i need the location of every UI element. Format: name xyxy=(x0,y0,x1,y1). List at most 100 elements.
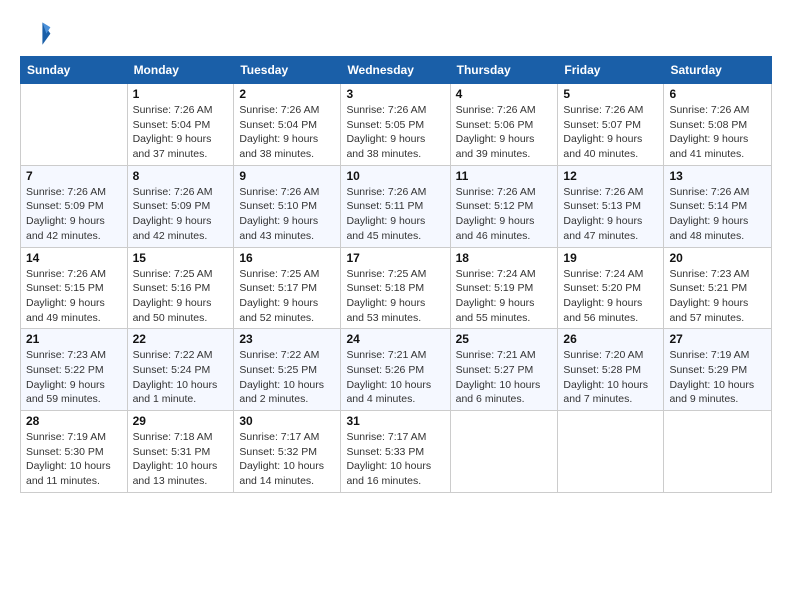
day-info: Sunrise: 7:26 AMSunset: 5:15 PMDaylight:… xyxy=(26,267,122,326)
day-info: Sunrise: 7:17 AMSunset: 5:32 PMDaylight:… xyxy=(239,430,335,489)
calendar-cell: 6 Sunrise: 7:26 AMSunset: 5:08 PMDaylight… xyxy=(664,84,772,166)
day-info: Sunrise: 7:26 AMSunset: 5:11 PMDaylight:… xyxy=(346,185,444,244)
calendar-cell: 24 Sunrise: 7:21 AMSunset: 5:26 PMDayligh… xyxy=(341,329,450,411)
calendar-cell: 29 Sunrise: 7:18 AMSunset: 5:31 PMDayligh… xyxy=(127,411,234,493)
day-info: Sunrise: 7:18 AMSunset: 5:31 PMDaylight:… xyxy=(133,430,229,489)
day-number: 11 xyxy=(456,169,553,183)
day-info: Sunrise: 7:26 AMSunset: 5:04 PMDaylight:… xyxy=(239,103,335,162)
calendar-cell: 26 Sunrise: 7:20 AMSunset: 5:28 PMDayligh… xyxy=(558,329,664,411)
day-number: 6 xyxy=(669,87,766,101)
day-info: Sunrise: 7:21 AMSunset: 5:26 PMDaylight:… xyxy=(346,348,444,407)
day-info: Sunrise: 7:26 AMSunset: 5:12 PMDaylight:… xyxy=(456,185,553,244)
calendar-cell: 11 Sunrise: 7:26 AMSunset: 5:12 PMDayligh… xyxy=(450,165,558,247)
day-number: 15 xyxy=(133,251,229,265)
day-number: 24 xyxy=(346,332,444,346)
calendar-cell xyxy=(450,411,558,493)
day-number: 22 xyxy=(133,332,229,346)
day-info: Sunrise: 7:23 AMSunset: 5:22 PMDaylight:… xyxy=(26,348,122,407)
logo-icon xyxy=(20,16,52,48)
calendar-cell xyxy=(664,411,772,493)
day-number: 21 xyxy=(26,332,122,346)
day-number: 25 xyxy=(456,332,553,346)
calendar-cell: 27Sunrise: 7:19 AMSunset: 5:29 PMDayligh… xyxy=(664,329,772,411)
calendar-week-row: 7 Sunrise: 7:26 AMSunset: 5:09 PMDaylight… xyxy=(21,165,772,247)
calendar-cell: 14 Sunrise: 7:26 AMSunset: 5:15 PMDayligh… xyxy=(21,247,128,329)
calendar-week-row: 28 Sunrise: 7:19 AMSunset: 5:30 PMDayligh… xyxy=(21,411,772,493)
calendar-cell: 4Sunrise: 7:26 AMSunset: 5:06 PMDaylight… xyxy=(450,84,558,166)
calendar-week-row: 14 Sunrise: 7:26 AMSunset: 5:15 PMDayligh… xyxy=(21,247,772,329)
calendar-header-friday: Friday xyxy=(558,57,664,84)
day-info: Sunrise: 7:20 AMSunset: 5:28 PMDaylight:… xyxy=(563,348,658,407)
calendar-cell: 23 Sunrise: 7:22 AMSunset: 5:25 PMDayligh… xyxy=(234,329,341,411)
day-info: Sunrise: 7:17 AMSunset: 5:33 PMDaylight:… xyxy=(346,430,444,489)
day-number: 7 xyxy=(26,169,122,183)
calendar-cell: 25 Sunrise: 7:21 AMSunset: 5:27 PMDayligh… xyxy=(450,329,558,411)
calendar-cell: 22 Sunrise: 7:22 AMSunset: 5:24 PMDayligh… xyxy=(127,329,234,411)
header xyxy=(20,16,772,48)
calendar-header-row: SundayMondayTuesdayWednesdayThursdayFrid… xyxy=(21,57,772,84)
calendar-cell: 16 Sunrise: 7:25 AMSunset: 5:17 PMDayligh… xyxy=(234,247,341,329)
logo xyxy=(20,16,56,48)
day-info: Sunrise: 7:19 AMSunset: 5:30 PMDaylight:… xyxy=(26,430,122,489)
day-info: Sunrise: 7:19 AMSunset: 5:29 PMDaylight:… xyxy=(669,348,766,407)
calendar-cell xyxy=(558,411,664,493)
day-number: 28 xyxy=(26,414,122,428)
day-number: 31 xyxy=(346,414,444,428)
day-number: 5 xyxy=(563,87,658,101)
day-info: Sunrise: 7:25 AMSunset: 5:16 PMDaylight:… xyxy=(133,267,229,326)
calendar-cell: 17 Sunrise: 7:25 AMSunset: 5:18 PMDayligh… xyxy=(341,247,450,329)
page: SundayMondayTuesdayWednesdayThursdayFrid… xyxy=(0,0,792,612)
day-number: 19 xyxy=(563,251,658,265)
day-number: 26 xyxy=(563,332,658,346)
day-number: 12 xyxy=(563,169,658,183)
calendar-cell: 12 Sunrise: 7:26 AMSunset: 5:13 PMDayligh… xyxy=(558,165,664,247)
day-info: Sunrise: 7:22 AMSunset: 5:25 PMDaylight:… xyxy=(239,348,335,407)
day-info: Sunrise: 7:25 AMSunset: 5:18 PMDaylight:… xyxy=(346,267,444,326)
day-number: 1 xyxy=(133,87,229,101)
day-number: 29 xyxy=(133,414,229,428)
calendar-cell: 28 Sunrise: 7:19 AMSunset: 5:30 PMDayligh… xyxy=(21,411,128,493)
calendar-cell: 30 Sunrise: 7:17 AMSunset: 5:32 PMDayligh… xyxy=(234,411,341,493)
day-number: 9 xyxy=(239,169,335,183)
calendar-cell: 20 Sunrise: 7:23 AMSunset: 5:21 PMDayligh… xyxy=(664,247,772,329)
day-info: Sunrise: 7:22 AMSunset: 5:24 PMDaylight:… xyxy=(133,348,229,407)
calendar-cell: 7 Sunrise: 7:26 AMSunset: 5:09 PMDaylight… xyxy=(21,165,128,247)
day-number: 2 xyxy=(239,87,335,101)
day-number: 13 xyxy=(669,169,766,183)
calendar-cell: 10 Sunrise: 7:26 AMSunset: 5:11 PMDayligh… xyxy=(341,165,450,247)
day-number: 3 xyxy=(346,87,444,101)
calendar-cell: 5 Sunrise: 7:26 AMSunset: 5:07 PMDaylight… xyxy=(558,84,664,166)
calendar-cell: 8 Sunrise: 7:26 AMSunset: 5:09 PMDaylight… xyxy=(127,165,234,247)
day-info: Sunrise: 7:26 AMSunset: 5:07 PMDaylight:… xyxy=(563,103,658,162)
calendar-cell: 21 Sunrise: 7:23 AMSunset: 5:22 PMDayligh… xyxy=(21,329,128,411)
day-number: 17 xyxy=(346,251,444,265)
calendar-week-row: 1 Sunrise: 7:26 AMSunset: 5:04 PMDaylight… xyxy=(21,84,772,166)
day-info: Sunrise: 7:24 AMSunset: 5:19 PMDaylight:… xyxy=(456,267,553,326)
calendar-cell: 31 Sunrise: 7:17 AMSunset: 5:33 PMDayligh… xyxy=(341,411,450,493)
day-info: Sunrise: 7:26 AMSunset: 5:08 PMDaylight:… xyxy=(669,103,766,162)
day-info: Sunrise: 7:26 AMSunset: 5:10 PMDaylight:… xyxy=(239,185,335,244)
calendar-header-thursday: Thursday xyxy=(450,57,558,84)
calendar-cell: 19 Sunrise: 7:24 AMSunset: 5:20 PMDayligh… xyxy=(558,247,664,329)
day-number: 23 xyxy=(239,332,335,346)
calendar-cell xyxy=(21,84,128,166)
day-number: 30 xyxy=(239,414,335,428)
day-info: Sunrise: 7:26 AMSunset: 5:06 PMDaylight:… xyxy=(456,103,553,162)
calendar-cell: 9 Sunrise: 7:26 AMSunset: 5:10 PMDaylight… xyxy=(234,165,341,247)
day-number: 14 xyxy=(26,251,122,265)
day-info: Sunrise: 7:26 AMSunset: 5:04 PMDaylight:… xyxy=(133,103,229,162)
day-info: Sunrise: 7:26 AMSunset: 5:09 PMDaylight:… xyxy=(26,185,122,244)
day-info: Sunrise: 7:23 AMSunset: 5:21 PMDaylight:… xyxy=(669,267,766,326)
day-info: Sunrise: 7:24 AMSunset: 5:20 PMDaylight:… xyxy=(563,267,658,326)
calendar-table: SundayMondayTuesdayWednesdayThursdayFrid… xyxy=(20,56,772,493)
day-info: Sunrise: 7:26 AMSunset: 5:09 PMDaylight:… xyxy=(133,185,229,244)
day-number: 10 xyxy=(346,169,444,183)
day-info: Sunrise: 7:25 AMSunset: 5:17 PMDaylight:… xyxy=(239,267,335,326)
calendar-header-sunday: Sunday xyxy=(21,57,128,84)
day-info: Sunrise: 7:26 AMSunset: 5:13 PMDaylight:… xyxy=(563,185,658,244)
calendar-cell: 1 Sunrise: 7:26 AMSunset: 5:04 PMDaylight… xyxy=(127,84,234,166)
day-number: 8 xyxy=(133,169,229,183)
day-info: Sunrise: 7:21 AMSunset: 5:27 PMDaylight:… xyxy=(456,348,553,407)
day-number: 16 xyxy=(239,251,335,265)
day-number: 20 xyxy=(669,251,766,265)
